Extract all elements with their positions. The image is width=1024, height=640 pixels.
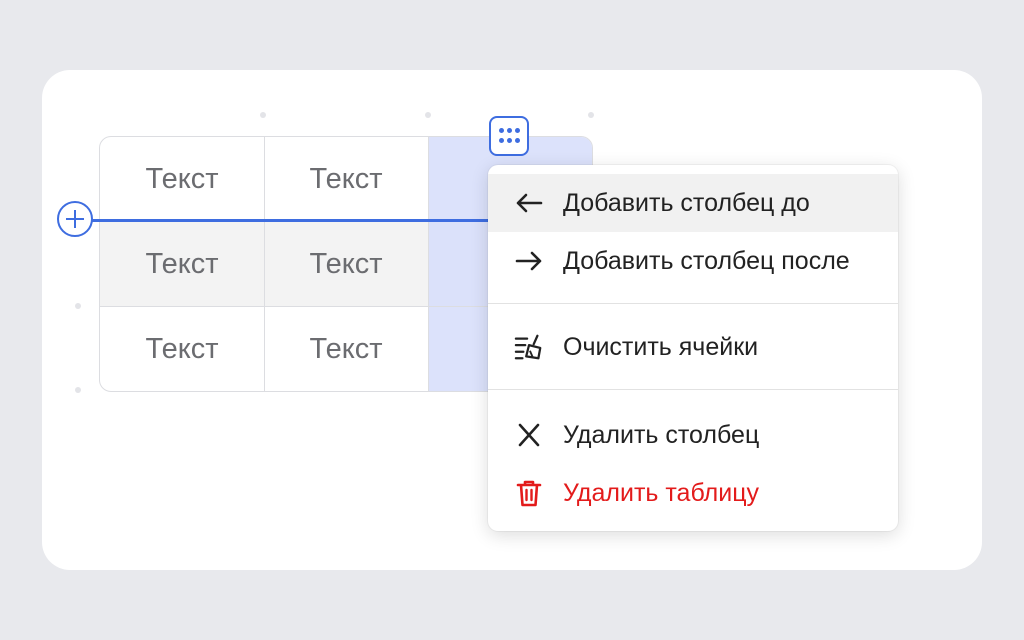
menu-item-label: Удалить столбец — [563, 420, 760, 449]
menu-item-delete-column[interactable]: Удалить столбец — [488, 406, 898, 464]
broom-icon — [514, 334, 544, 360]
grid-dot — [425, 112, 431, 118]
menu-separator — [488, 303, 898, 304]
column-context-menu: Добавить столбец до Добавить столбец пос… — [488, 165, 898, 531]
table-cell[interactable]: Текст — [264, 137, 428, 221]
grid-dot — [588, 112, 594, 118]
grid-dot — [75, 303, 81, 309]
table-cell[interactable]: Текст — [100, 137, 264, 221]
close-icon — [514, 423, 544, 447]
grid-dot — [75, 387, 81, 393]
table-cell[interactable]: Текст — [100, 307, 264, 391]
arrow-left-icon — [514, 191, 544, 215]
menu-item-delete-table[interactable]: Удалить таблицу — [488, 464, 898, 522]
table-cell[interactable]: Текст — [264, 222, 428, 306]
plus-circle-icon[interactable] — [57, 201, 93, 237]
column-handle-button[interactable] — [489, 116, 529, 156]
table-cell[interactable]: Текст — [100, 222, 264, 306]
column-divider — [264, 137, 265, 391]
column-divider — [428, 137, 429, 391]
arrow-right-icon — [514, 249, 544, 273]
row-insert-line — [90, 219, 490, 222]
trash-icon — [514, 480, 544, 507]
menu-item-clear-cells[interactable]: Очистить ячейки — [488, 318, 898, 376]
menu-item-add-column-after[interactable]: Добавить столбец после — [488, 232, 898, 290]
menu-separator — [488, 389, 898, 390]
menu-item-label: Добавить столбец после — [563, 246, 850, 275]
menu-item-add-column-before[interactable]: Добавить столбец до — [488, 174, 898, 232]
grid-dot — [260, 112, 266, 118]
menu-item-label: Добавить столбец до — [563, 188, 810, 217]
menu-item-label: Удалить таблицу — [563, 478, 760, 507]
menu-item-label: Очистить ячейки — [563, 332, 759, 361]
table-cell[interactable]: Текст — [264, 307, 428, 391]
